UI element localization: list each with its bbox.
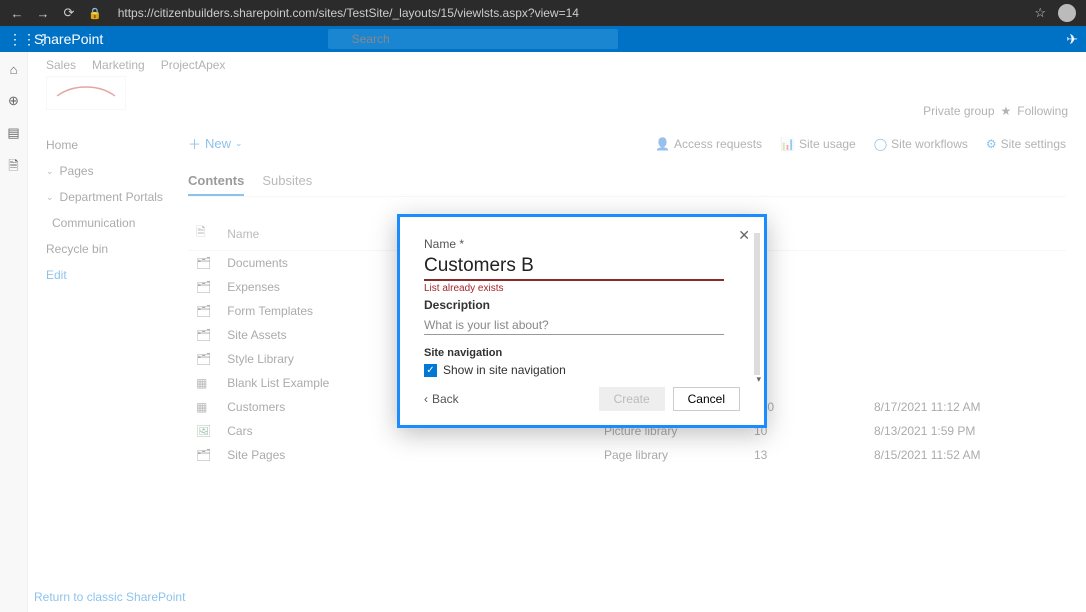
list-description-input[interactable] xyxy=(424,316,724,335)
scrollbar[interactable] xyxy=(754,233,760,375)
forward-icon[interactable]: → xyxy=(36,6,50,20)
address-bar[interactable]: https://citizenbuilders.sharepoint.com/s… xyxy=(118,6,1023,20)
suite-title[interactable]: SharePoint xyxy=(34,31,103,47)
list-name-input[interactable] xyxy=(424,253,724,281)
description-label: Description xyxy=(424,298,740,312)
chevron-down-icon[interactable]: ▾ xyxy=(756,374,761,385)
bookmark-star-icon[interactable]: ☆ xyxy=(1034,5,1046,21)
suite-header: ⋮⋮⋮ SharePoint 🔍 ✈ xyxy=(0,26,1086,52)
share-icon[interactable]: ✈ xyxy=(1066,31,1078,48)
create-rail-icon[interactable]: ⊕ xyxy=(8,93,19,109)
name-label: Name * xyxy=(424,237,740,251)
app-launcher-icon[interactable]: ⋮⋮⋮ xyxy=(8,31,34,48)
app-rail: ⌂ ⊕ ▤ 🗎 xyxy=(0,52,28,612)
show-in-nav-label: Show in site navigation xyxy=(443,363,566,377)
search-input[interactable] xyxy=(328,29,618,49)
chevron-left-icon: ‹ xyxy=(424,392,428,406)
files-rail-icon[interactable]: 🗎 xyxy=(8,157,18,179)
name-error: List already exists xyxy=(424,283,740,294)
reload-icon[interactable]: ⟳ xyxy=(62,6,76,20)
back-button[interactable]: ‹ Back xyxy=(424,392,459,406)
lock-icon: 🔒 xyxy=(88,7,102,20)
close-icon[interactable]: ✕ xyxy=(738,227,750,244)
create-list-panel: ✕ Name * List already exists Description… xyxy=(397,214,767,428)
create-button[interactable]: Create xyxy=(599,387,665,411)
back-icon[interactable]: ← xyxy=(10,6,24,20)
show-in-nav-checkbox[interactable]: ✓ xyxy=(424,364,437,377)
cancel-button[interactable]: Cancel xyxy=(673,387,740,411)
browser-toolbar: ← → ⟳ 🔒 https://citizenbuilders.sharepoi… xyxy=(0,0,1086,26)
home-rail-icon[interactable]: ⌂ xyxy=(10,62,18,77)
mysites-rail-icon[interactable]: ▤ xyxy=(7,125,19,141)
site-navigation-label: Site navigation xyxy=(424,347,740,359)
profile-avatar[interactable] xyxy=(1058,4,1076,22)
